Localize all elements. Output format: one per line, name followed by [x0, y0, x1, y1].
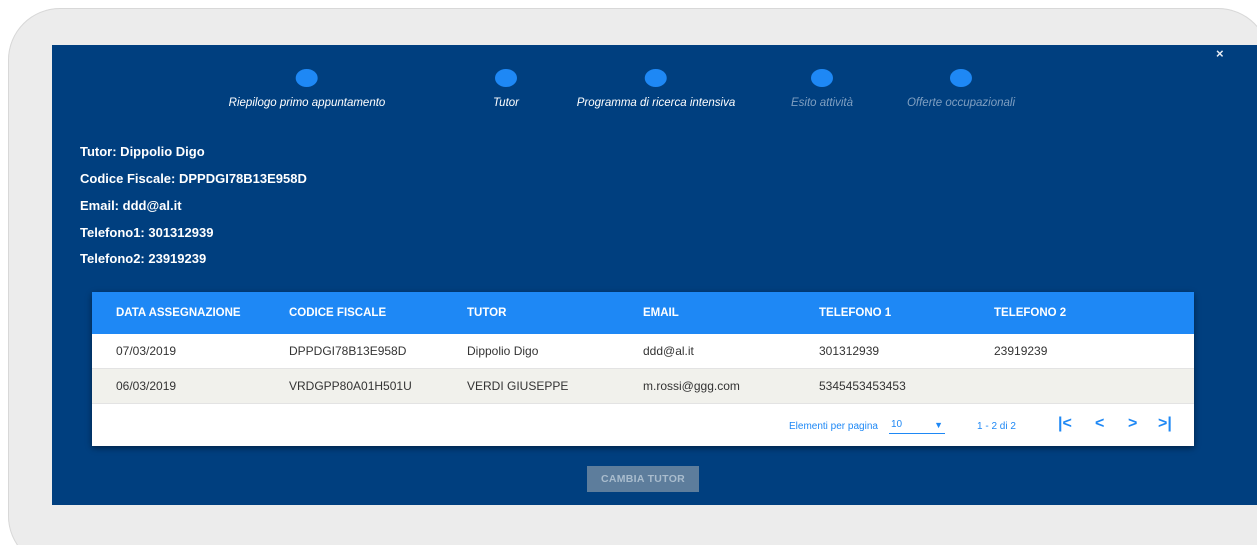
tutor-telefono1: Telefono1: 301312939 — [80, 225, 214, 240]
tutor-codice-fiscale: Codice Fiscale: DPPDGI78B13E958D — [80, 171, 307, 186]
step-programma[interactable]: Programma di ricerca intensiva — [576, 69, 736, 109]
cell-telefono1: 301312939 — [819, 344, 880, 358]
step-label: Esito attività — [791, 97, 853, 109]
column-header-codice-fiscale[interactable]: CODICE FISCALE — [289, 292, 386, 334]
first-page-icon[interactable]: |< — [1058, 414, 1072, 434]
tutor-name: Tutor: Dippolio Digo — [80, 144, 205, 159]
step-tutor[interactable]: Tutor — [493, 69, 519, 109]
column-header-data-assegnazione[interactable]: DATA ASSEGNAZIONE — [116, 292, 241, 334]
cell-email: ddd@al.it — [643, 344, 694, 358]
change-tutor-button[interactable]: CAMBIA TUTOR — [587, 466, 699, 492]
tutor-modal: Riepilogo primo appuntamento Tutor Progr… — [52, 45, 1257, 505]
step-dot — [644, 69, 667, 87]
cell-email: m.rossi@ggg.com — [643, 379, 740, 393]
step-dot — [495, 69, 517, 87]
cell-tutor: Dippolio Digo — [467, 344, 539, 358]
tutor-email: Email: ddd@al.it — [80, 198, 182, 213]
step-label: Tutor — [493, 97, 519, 109]
step-esito[interactable]: Esito attività — [791, 69, 853, 109]
step-dot — [949, 69, 972, 87]
step-label: Offerte occupazionali — [906, 97, 1016, 109]
cell-data-assegnazione: 07/03/2019 — [116, 344, 177, 358]
chevron-right-icon[interactable]: > — [1128, 414, 1137, 434]
column-header-tutor[interactable]: TUTOR — [467, 292, 506, 334]
step-dot — [811, 69, 833, 87]
column-header-telefono1[interactable]: TELEFONO 1 — [819, 292, 891, 334]
items-per-page-select[interactable]: 10 ▼ — [889, 416, 945, 434]
table-row[interactable]: 07/03/2019 DPPDGI78B13E958D Dippolio Dig… — [92, 334, 1194, 369]
cell-telefono2: 23919239 — [994, 344, 1048, 358]
table-row[interactable]: 06/03/2019 VRDGPP80A01H501U VERDI GIUSEP… — [92, 369, 1194, 404]
chevron-left-icon[interactable]: < — [1095, 414, 1104, 434]
step-label: Riepilogo primo appuntamento — [228, 97, 386, 109]
cell-data-assegnazione: 06/03/2019 — [116, 379, 177, 393]
column-header-telefono2[interactable]: TELEFONO 2 — [994, 292, 1066, 334]
paginator: Elementi per pagina 10 ▼ 1 - 2 di 2 |< <… — [92, 404, 1194, 446]
cell-telefono1: 5345453453453 — [819, 379, 906, 393]
items-per-page-label: Elementi per pagina — [789, 421, 878, 432]
items-per-page-value: 10 — [891, 419, 903, 430]
page-range-label: 1 - 2 di 2 — [977, 421, 1016, 432]
cell-codice-fiscale: DPPDGI78B13E958D — [289, 344, 407, 358]
last-page-icon[interactable]: >| — [1158, 414, 1172, 434]
cell-codice-fiscale: VRDGPP80A01H501U — [289, 379, 412, 393]
column-header-email[interactable]: EMAIL — [643, 292, 679, 334]
step-riepilogo[interactable]: Riepilogo primo appuntamento — [228, 69, 386, 109]
tutor-telefono2: Telefono2: 23919239 — [80, 251, 207, 266]
step-offerte[interactable]: Offerte occupazionali — [907, 69, 1015, 109]
step-dot — [295, 69, 318, 87]
step-label: Programma di ricerca intensiva — [576, 97, 736, 109]
close-icon[interactable]: × — [1216, 46, 1224, 61]
table-header: DATA ASSEGNAZIONE CODICE FISCALE TUTOR E… — [92, 292, 1194, 334]
tutor-table: DATA ASSEGNAZIONE CODICE FISCALE TUTOR E… — [92, 292, 1194, 446]
cell-tutor: VERDI GIUSEPPE — [467, 379, 569, 393]
dropdown-caret-icon: ▼ — [934, 420, 943, 430]
